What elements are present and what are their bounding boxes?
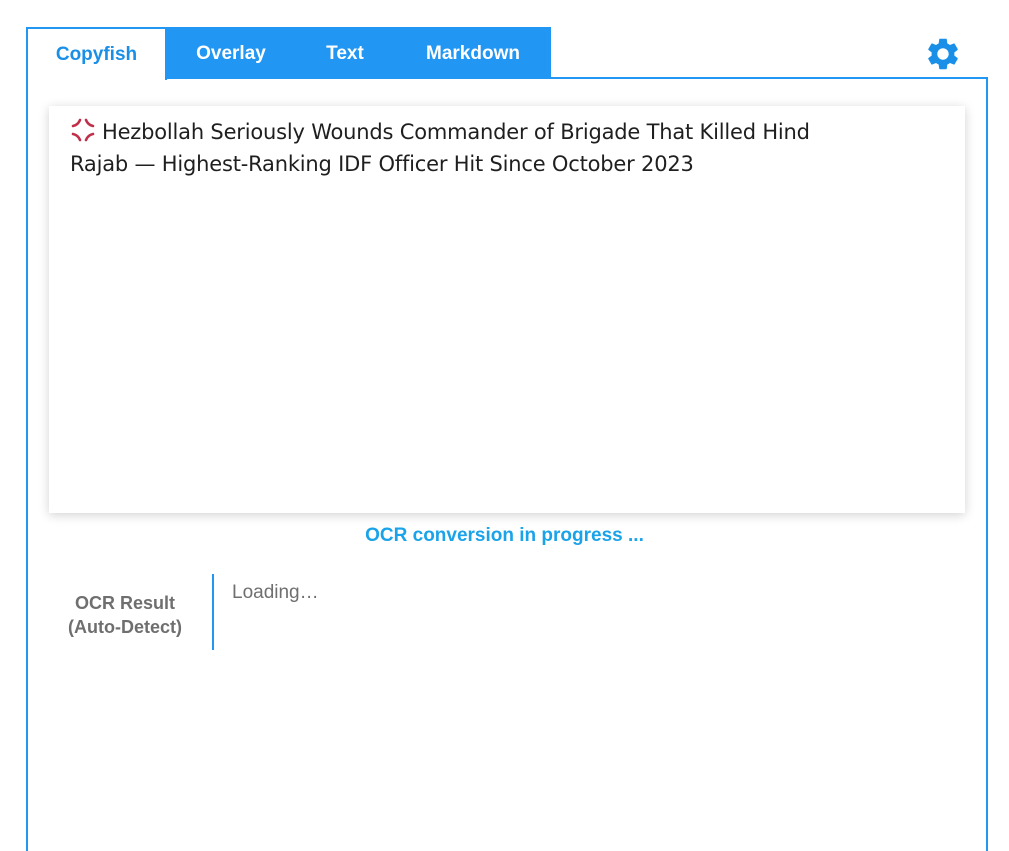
tab-markdown[interactable]: Markdown bbox=[395, 27, 551, 78]
tab-copyfish[interactable]: Copyfish bbox=[26, 27, 167, 80]
captured-image-preview: Hezbollah Seriously Wounds Commander of … bbox=[49, 106, 965, 513]
result-divider bbox=[212, 574, 214, 650]
ocr-result-text[interactable]: Loading… bbox=[232, 582, 319, 604]
copyfish-popup: Copyfish Overlay Text Markdown Hezbollah… bbox=[0, 0, 1009, 851]
ocr-status-message: OCR conversion in progress ... bbox=[365, 525, 644, 546]
anger-symbol-icon bbox=[70, 117, 96, 143]
tab-overlay[interactable]: Overlay bbox=[167, 27, 295, 78]
ocr-result-label: OCR Result (Auto-Detect) bbox=[50, 591, 200, 639]
tab-text[interactable]: Text bbox=[295, 27, 395, 78]
ocr-result-label-line1: OCR Result bbox=[74, 593, 175, 613]
ocr-result-label-line2: (Auto-Detect) bbox=[68, 617, 182, 637]
preview-text-block: Hezbollah Seriously Wounds Commander of … bbox=[70, 116, 850, 180]
tab-bar: Copyfish Overlay Text Markdown bbox=[26, 27, 551, 80]
gear-icon[interactable] bbox=[924, 35, 962, 73]
preview-headline: Hezbollah Seriously Wounds Commander of … bbox=[70, 120, 810, 176]
